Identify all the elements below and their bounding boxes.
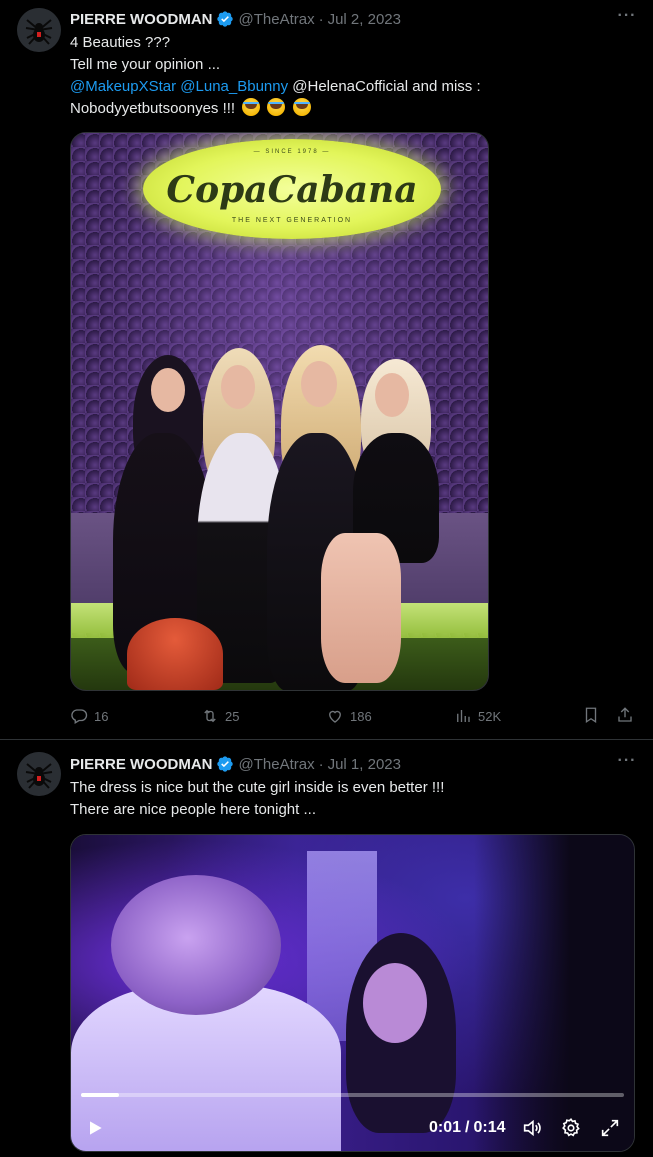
views-chart-icon xyxy=(457,710,470,722)
sign-subtitle: THE NEXT GENERATION xyxy=(231,217,353,224)
separator: · xyxy=(318,10,324,28)
play-icon xyxy=(90,1121,102,1135)
tweet-date[interactable]: Jul 2, 2023 xyxy=(328,11,401,28)
person-face xyxy=(151,368,185,412)
play-button[interactable] xyxy=(85,1117,105,1139)
spider-icon xyxy=(17,8,61,52)
video-person-face xyxy=(363,963,427,1043)
tweet-header: PIERRE WOODMAN @TheAtrax · Jul 2, 2023 ·… xyxy=(70,7,637,29)
verified-badge-icon xyxy=(216,755,234,773)
views-button[interactable]: 52K xyxy=(454,706,501,726)
heart-icon xyxy=(329,710,341,723)
share-icon xyxy=(618,707,632,722)
volume-button[interactable] xyxy=(521,1117,543,1139)
repost-icon xyxy=(204,709,216,723)
tweet-actions: 16 25 186 52K xyxy=(70,706,637,726)
like-count: 186 xyxy=(350,708,372,724)
like-button[interactable]: 186 xyxy=(326,706,372,726)
repost-count: 25 xyxy=(225,708,240,724)
tweet-text: The dress is nice but the cute girl insi… xyxy=(70,777,637,821)
mention-link[interactable]: @Luna_Bbunny xyxy=(180,78,288,95)
tweet-text: 4 Beauties ??? Tell me your opinion ... … xyxy=(70,32,637,120)
tweet-text-line: Tell me your opinion ... xyxy=(70,56,221,73)
reply-icon xyxy=(71,709,88,724)
neon-sign: — SINCE 1978 — CopaCabana THE NEXT GENER… xyxy=(143,139,441,239)
tweet-text-line: The dress is nice but the cute girl insi… xyxy=(70,779,445,796)
laughing-emoji-icon xyxy=(242,98,261,116)
reply-button[interactable]: 16 xyxy=(70,706,108,726)
avatar[interactable] xyxy=(17,752,61,796)
tweet-text-fragment: Nobodyyetbutsoonyes !!! xyxy=(70,100,236,117)
volume-icon xyxy=(523,1119,541,1137)
video-duration: 0:14 xyxy=(473,1119,506,1136)
video-progress-fill xyxy=(81,1093,119,1097)
tweet-video[interactable]: 0:01 / 0:14 xyxy=(70,834,635,1152)
tweet-text-line: @MakeupXStar @Luna_Bbunny @HelenaCoffici… xyxy=(70,76,637,98)
person-face xyxy=(221,365,255,409)
views-count: 52K xyxy=(478,708,502,724)
video-current-time: 0:01 xyxy=(429,1119,462,1136)
expand-icon xyxy=(601,1119,619,1137)
separator: · xyxy=(318,755,324,773)
tweet-1[interactable]: PIERRE WOODMAN @TheAtrax · Jul 2, 2023 ·… xyxy=(0,0,653,740)
sign-text: CopaCabana xyxy=(166,169,418,211)
settings-button[interactable] xyxy=(560,1117,582,1139)
mention-link[interactable]: @MakeupXStar xyxy=(70,78,176,95)
video-progress-bar[interactable] xyxy=(81,1093,624,1097)
video-time-separator: / xyxy=(465,1119,470,1136)
author-handle[interactable]: @TheAtrax xyxy=(239,756,315,773)
tweet-2[interactable]: PIERRE WOODMAN @TheAtrax · Jul 1, 2023 ·… xyxy=(0,740,653,1157)
person-face xyxy=(301,361,337,407)
verified-badge-icon xyxy=(216,10,234,28)
video-time: 0:01 / 0:14 xyxy=(429,1117,506,1139)
ice-bucket xyxy=(127,618,223,690)
repost-button[interactable]: 25 xyxy=(201,706,239,726)
person-legs xyxy=(321,533,401,683)
gear-icon xyxy=(562,1118,580,1137)
spider-icon xyxy=(17,752,61,796)
avatar[interactable] xyxy=(17,8,61,52)
more-icon[interactable]: ··· xyxy=(617,7,637,27)
tweet-text-line: Nobodyyetbutsoonyes !!! xyxy=(70,98,637,120)
tweet-header: PIERRE WOODMAN @TheAtrax · Jul 1, 2023 ·… xyxy=(70,752,637,774)
tweet-text-line: There are nice people here tonight ... xyxy=(70,801,316,818)
share-button[interactable] xyxy=(616,706,636,726)
author-name[interactable]: PIERRE WOODMAN xyxy=(70,756,213,773)
author-name[interactable]: PIERRE WOODMAN xyxy=(70,11,213,28)
video-person-head xyxy=(111,875,281,1015)
person-face xyxy=(375,373,409,417)
tweet-text-fragment: @HelenaCofficial and miss : xyxy=(292,78,481,95)
more-icon[interactable]: ··· xyxy=(617,752,637,772)
bookmark-icon xyxy=(585,707,597,724)
laughing-emoji-icon xyxy=(267,98,286,116)
bookmark-button[interactable] xyxy=(582,706,602,726)
laughing-emoji-icon xyxy=(292,98,311,116)
video-shadow xyxy=(474,835,634,1151)
sign-top-text: — SINCE 1978 — xyxy=(253,149,331,155)
author-handle[interactable]: @TheAtrax xyxy=(239,11,315,28)
reply-count: 16 xyxy=(94,708,109,724)
fullscreen-button[interactable] xyxy=(599,1117,621,1139)
tweet-text-line: 4 Beauties ??? xyxy=(70,34,171,51)
tweet-date[interactable]: Jul 1, 2023 xyxy=(328,756,401,773)
tweet-photo[interactable]: — SINCE 1978 — CopaCabana THE NEXT GENER… xyxy=(70,132,489,691)
